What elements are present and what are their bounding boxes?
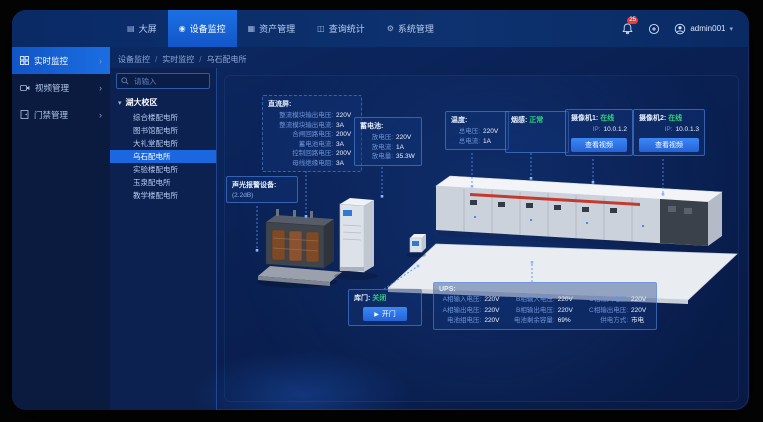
panel-title: 蓄电池:	[360, 121, 416, 131]
field-label: 电池组电压:	[439, 316, 481, 326]
field-label: 母线绝缘电阻:	[268, 159, 333, 169]
field-label: 放电量:	[360, 152, 393, 162]
field-value: 3A	[336, 159, 356, 169]
field-value: 220V	[558, 306, 578, 316]
open-door-icon: ▶	[374, 311, 379, 318]
camera-ip: 10.0.1.3	[676, 125, 700, 135]
open-door-button[interactable]: ▶ 开门	[363, 307, 407, 321]
panel-title: 摄像机1:	[571, 115, 598, 122]
field-label: 供电方式:	[586, 316, 628, 326]
panel-title: UPS:	[439, 286, 651, 293]
field-value: 3A	[336, 140, 356, 150]
field-value: 1A	[483, 137, 503, 147]
field-value: 35.3W	[396, 152, 416, 162]
field-label: 放电流:	[360, 143, 393, 153]
field-value: 220V	[631, 306, 651, 316]
field-label: 蓄电池电流:	[268, 140, 333, 150]
field-value: 220V	[484, 306, 504, 316]
power-room-3d-view	[12, 10, 749, 410]
camera-status: 在线	[668, 115, 682, 122]
field-label: A相输出电压:	[439, 306, 481, 316]
field-label: B相输出电压:	[512, 306, 554, 316]
view-video-button[interactable]: 查看视频	[639, 138, 699, 152]
alarm-value: (2.2dB)	[232, 192, 292, 199]
panel-door: 库门: 关闭 ▶ 开门	[348, 289, 422, 326]
field-value: 220V	[631, 295, 651, 305]
field-value: 市电	[631, 316, 651, 326]
field-label: 放电压:	[360, 133, 393, 143]
screen: { "colors": {"accent": "#2f7bf0", "ok_gr…	[0, 0, 763, 422]
panel-dc-screen: 直流屏: 整流模块输出电压:220V 整流模块输出电流:3A 合闸回路电压:20…	[262, 95, 362, 172]
panel-title: 直流屏:	[268, 99, 356, 109]
panel-battery: 蓄电池: 放电压:220V 放电流:1A 放电量:35.3W	[354, 117, 422, 166]
panel-temperature: 温度: 总电压:220V 总电流:1A	[445, 111, 509, 150]
panel-title: 声光报警设备:	[232, 180, 292, 190]
panel-sound-light-alarm: 声光报警设备: (2.2dB)	[226, 176, 298, 203]
field-value: 220V	[396, 133, 416, 143]
panel-camera-2: 摄像机2: 在线 IP:10.0.1.3 查看视频	[633, 109, 705, 156]
field-value: 220V	[484, 295, 504, 305]
camera-ip: 10.0.1.2	[604, 125, 628, 135]
open-door-label: 开门	[382, 309, 396, 319]
field-label: 合闸回路电压:	[268, 130, 333, 140]
ip-label: IP:	[639, 125, 673, 135]
panel-title: 烟感:	[511, 117, 527, 124]
door-status: 关闭	[372, 295, 386, 302]
field-label: 控制回路电压:	[268, 149, 333, 159]
panel-ups: UPS: A相输入电压:220V B相输入电压:220V C相输入电压:220V…	[433, 282, 657, 330]
ip-label: IP:	[571, 125, 601, 135]
field-label: C相输入电压:	[586, 295, 628, 305]
field-value: 220V	[336, 111, 356, 121]
panel-title: 摄像机2:	[639, 115, 666, 122]
field-label: 电池剩余容量:	[512, 316, 554, 326]
view-video-button[interactable]: 查看视频	[571, 138, 627, 152]
panel-smoke-sensor: 烟感: 正常	[505, 111, 569, 153]
field-value: 200V	[336, 149, 356, 159]
field-value: 220V	[558, 295, 578, 305]
field-value: 3A	[336, 121, 356, 131]
field-label: A相输入电压:	[439, 295, 481, 305]
panel-title: 温度:	[451, 115, 503, 125]
field-value: 200V	[336, 130, 356, 140]
field-value: 220V	[484, 316, 504, 326]
field-label: 整流模块输出电流:	[268, 121, 333, 131]
field-value: 220V	[483, 127, 503, 137]
app-window: ▤ 大屏 ◉ 设备监控 ▦ 资产管理 ◫ 查询统计 ⚙ 系统管理	[12, 10, 749, 410]
field-value: 69%	[558, 316, 578, 326]
field-label: 总电压:	[451, 127, 480, 137]
smoke-status: 正常	[529, 117, 543, 124]
field-label: 总电流:	[451, 137, 480, 147]
field-label: B相输入电压:	[512, 295, 554, 305]
camera-status: 在线	[600, 115, 614, 122]
field-value: 1A	[396, 143, 416, 153]
field-label: 整流模块输出电压:	[268, 111, 333, 121]
panel-camera-1: 摄像机1: 在线 IP:10.0.1.2 查看视频	[565, 109, 633, 156]
ups-grid: A相输入电压:220V B相输入电压:220V C相输入电压:220V A相输出…	[439, 295, 651, 326]
panel-title: 库门:	[354, 295, 370, 302]
field-label: C相输出电压:	[586, 306, 628, 316]
